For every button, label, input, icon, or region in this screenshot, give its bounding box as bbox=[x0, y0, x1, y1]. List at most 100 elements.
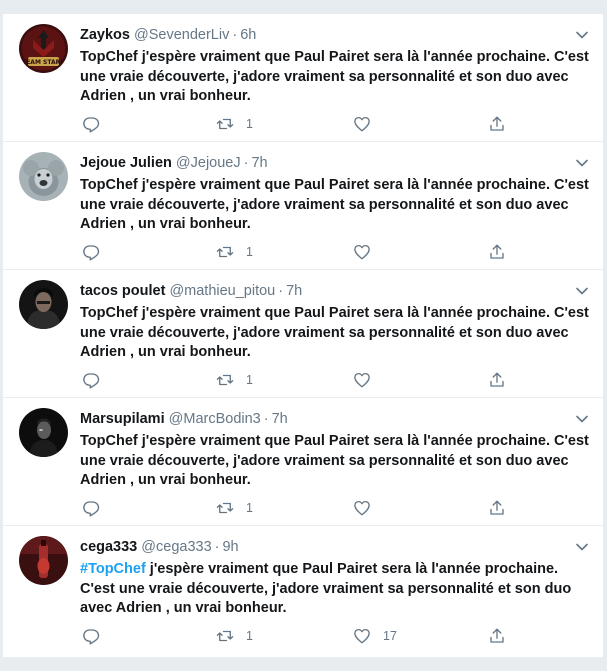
reply-icon bbox=[83, 373, 100, 389]
retweet-count: 1 bbox=[246, 629, 253, 643]
tweet-time[interactable]: 7h bbox=[286, 283, 302, 299]
like-button[interactable] bbox=[353, 242, 383, 262]
tweet-text: #TopChef j'espère vraiment que Paul Pair… bbox=[80, 560, 590, 619]
reply-button[interactable] bbox=[82, 626, 112, 646]
share-button[interactable] bbox=[488, 114, 506, 134]
retweet-button[interactable]: 1 bbox=[216, 114, 253, 134]
tweet[interactable]: TEAM STARK Zaykos @SevenderLiv · 6h TopChe… bbox=[3, 14, 603, 142]
retweet-count: 1 bbox=[246, 117, 253, 131]
tweet-header: Jejoue Julien @JejoueJ · 7h bbox=[80, 154, 268, 172]
like-icon bbox=[354, 244, 370, 260]
chevron-down-icon[interactable] bbox=[575, 412, 589, 426]
tweet-actions: 1 bbox=[80, 114, 520, 134]
like-button[interactable] bbox=[353, 498, 383, 518]
retweet-button[interactable]: 1 bbox=[216, 498, 253, 518]
separator-dot: · bbox=[263, 411, 269, 427]
share-icon bbox=[490, 372, 504, 387]
share-button[interactable] bbox=[488, 370, 506, 390]
author-handle[interactable]: @SevenderLiv bbox=[134, 27, 229, 43]
tweet-actions: 1 bbox=[80, 498, 520, 518]
like-button[interactable] bbox=[353, 114, 383, 134]
tweet[interactable]: cega333 @cega333 · 9h #TopChef j'espère vr… bbox=[3, 526, 603, 658]
share-icon bbox=[490, 116, 504, 131]
retweet-count: 1 bbox=[246, 245, 253, 259]
avatar[interactable] bbox=[19, 280, 68, 329]
share-icon bbox=[490, 500, 504, 515]
tweet-text: TopChef j'espère vraiment que Paul Paire… bbox=[80, 176, 590, 235]
tweet-header: tacos poulet @mathieu_pitou · 7h bbox=[80, 282, 302, 300]
share-button[interactable] bbox=[488, 626, 506, 646]
tweet-text-content: TopChef j'espère vraiment que Paul Paire… bbox=[80, 305, 589, 360]
separator-dot: · bbox=[232, 27, 238, 43]
avatar[interactable] bbox=[19, 408, 68, 457]
reply-icon bbox=[83, 245, 100, 261]
retweet-icon bbox=[216, 374, 234, 386]
author-name[interactable]: cega333 bbox=[80, 539, 137, 555]
tweet[interactable]: Marsupilami @MarcBodin3 · 7h TopChef j'esp… bbox=[3, 398, 603, 526]
like-icon bbox=[354, 372, 370, 388]
like-button[interactable] bbox=[353, 370, 383, 390]
author-handle[interactable]: @JejoueJ bbox=[176, 155, 241, 171]
reply-button[interactable] bbox=[82, 242, 112, 262]
author-name[interactable]: Zaykos bbox=[80, 27, 130, 43]
separator-dot: · bbox=[278, 283, 284, 299]
avatar[interactable] bbox=[19, 152, 68, 201]
share-icon bbox=[490, 244, 504, 259]
tweet-text-content: TopChef j'espère vraiment que Paul Paire… bbox=[80, 433, 589, 488]
retweet-count: 1 bbox=[246, 373, 253, 387]
retweet-icon bbox=[216, 502, 234, 514]
retweet-icon bbox=[216, 118, 234, 130]
separator-dot: · bbox=[243, 155, 249, 171]
tweet-actions: 1 bbox=[80, 242, 520, 262]
retweet-button[interactable]: 1 bbox=[216, 626, 253, 646]
chevron-down-icon[interactable] bbox=[575, 156, 589, 170]
author-name[interactable]: tacos poulet bbox=[80, 283, 165, 299]
tweet-text-content: j'espère vraiment que Paul Pairet sera l… bbox=[80, 561, 572, 616]
tweet-text: TopChef j'espère vraiment que Paul Paire… bbox=[80, 48, 590, 107]
avatar[interactable]: TEAM STARK bbox=[19, 24, 68, 73]
tweet-time[interactable]: 6h bbox=[240, 27, 256, 43]
retweet-count: 1 bbox=[246, 501, 253, 515]
like-icon bbox=[354, 500, 370, 516]
avatar[interactable] bbox=[19, 536, 68, 585]
share-icon bbox=[490, 628, 504, 643]
chevron-down-icon[interactable] bbox=[575, 540, 589, 554]
separator-dot: · bbox=[214, 539, 220, 555]
tweet[interactable]: tacos poulet @mathieu_pitou · 7h TopChef j… bbox=[3, 270, 603, 398]
retweet-icon bbox=[216, 630, 234, 642]
tweet-header: cega333 @cega333 · 9h bbox=[80, 538, 239, 556]
tweet[interactable]: Jejoue Julien @JejoueJ · 7h TopChef j'espè… bbox=[3, 142, 603, 270]
reply-icon bbox=[83, 117, 100, 133]
author-handle[interactable]: @cega333 bbox=[141, 539, 211, 555]
author-handle[interactable]: @mathieu_pitou bbox=[169, 283, 275, 299]
retweet-button[interactable]: 1 bbox=[216, 370, 253, 390]
reply-icon bbox=[83, 629, 100, 645]
reply-button[interactable] bbox=[82, 498, 112, 518]
retweet-button[interactable]: 1 bbox=[216, 242, 253, 262]
tweet-time[interactable]: 7h bbox=[251, 155, 267, 171]
share-button[interactable] bbox=[488, 498, 506, 518]
tweet-header: Zaykos @SevenderLiv · 6h bbox=[80, 26, 256, 44]
tweet-header: Marsupilami @MarcBodin3 · 7h bbox=[80, 410, 288, 428]
chevron-down-icon[interactable] bbox=[575, 284, 589, 298]
tweet-text-content: TopChef j'espère vraiment que Paul Paire… bbox=[80, 49, 589, 104]
author-name[interactable]: Jejoue Julien bbox=[80, 155, 172, 171]
author-handle[interactable]: @MarcBodin3 bbox=[169, 411, 261, 427]
tweet-time[interactable]: 7h bbox=[272, 411, 288, 427]
like-count: 17 bbox=[383, 629, 397, 643]
tweet-timeline: TEAM STARK Zaykos @SevenderLiv · 6h TopChe… bbox=[2, 14, 604, 658]
tweet-text: TopChef j'espère vraiment que Paul Paire… bbox=[80, 304, 590, 363]
tweet-time[interactable]: 9h bbox=[222, 539, 238, 555]
reply-icon bbox=[83, 501, 100, 517]
chevron-down-icon[interactable] bbox=[575, 28, 589, 42]
author-name[interactable]: Marsupilami bbox=[80, 411, 165, 427]
like-button[interactable]: 17 bbox=[353, 626, 397, 646]
share-button[interactable] bbox=[488, 242, 506, 262]
hashtag-link[interactable]: #TopChef bbox=[80, 561, 146, 577]
retweet-icon bbox=[216, 246, 234, 258]
like-icon bbox=[354, 116, 370, 132]
tweet-text: TopChef j'espère vraiment que Paul Paire… bbox=[80, 432, 590, 491]
tweet-actions: 1 17 bbox=[80, 626, 520, 646]
reply-button[interactable] bbox=[82, 370, 112, 390]
reply-button[interactable] bbox=[82, 114, 112, 134]
